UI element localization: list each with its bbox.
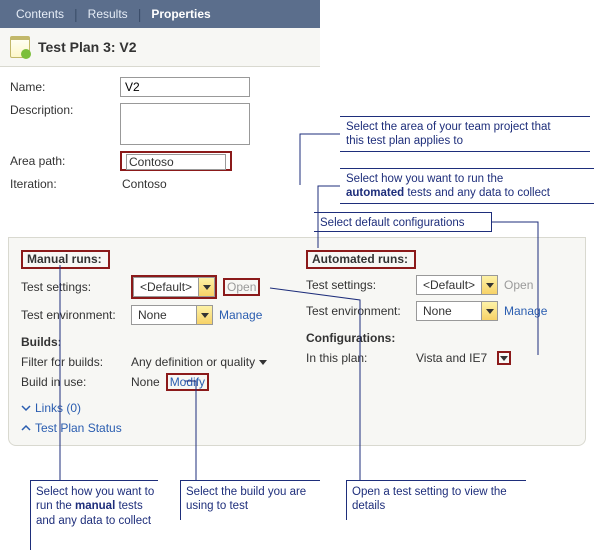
chevron-down-icon[interactable] (481, 276, 497, 294)
test-plan-status-expander[interactable]: Test Plan Status (21, 421, 288, 435)
callout-frame (346, 480, 526, 520)
manual-env-dropdown[interactable]: None (131, 305, 213, 325)
chevron-down-icon (500, 356, 508, 361)
area-path-value: Contoso (126, 154, 226, 170)
filter-builds-dropdown[interactable]: Any definition or quality (131, 355, 267, 369)
area-path-field[interactable]: Contoso (120, 151, 232, 171)
auto-test-settings-dropdown[interactable]: <Default> (416, 275, 498, 295)
test-plan-status-label: Test Plan Status (35, 421, 122, 435)
name-label: Name: (10, 80, 120, 94)
automated-runs-heading: Automated runs: (306, 250, 416, 269)
chevron-down-icon (21, 403, 31, 413)
build-in-use-label: Build in use: (21, 375, 125, 389)
auto-test-settings-value: <Default> (417, 278, 481, 292)
modify-build-link[interactable]: Modify (170, 375, 205, 389)
iteration-value: Contoso (120, 177, 310, 191)
manual-env-value: None (132, 308, 196, 322)
callout-frame (340, 168, 594, 204)
tab-results[interactable]: Results (78, 0, 138, 28)
tab-contents[interactable]: Contents (6, 0, 74, 28)
callout-frame (314, 212, 492, 232)
manual-test-settings-value: <Default> (134, 280, 198, 294)
name-field[interactable] (120, 77, 250, 97)
auto-manage-link[interactable]: Manage (504, 304, 547, 318)
in-this-plan-value: Vista and IE7 (416, 351, 487, 365)
build-in-use-value: None (131, 375, 160, 389)
links-expander[interactable]: Links (0) (21, 401, 288, 415)
builds-heading: Builds: (21, 335, 288, 349)
iteration-label: Iteration: (10, 177, 120, 191)
chevron-down-icon[interactable] (198, 278, 214, 296)
auto-env-label: Test environment: (306, 304, 410, 318)
test-plan-icon (10, 36, 30, 58)
manual-test-settings-label: Test settings: (21, 280, 125, 294)
chevron-up-icon (21, 423, 31, 433)
manual-test-settings-dropdown[interactable]: <Default> (133, 277, 215, 297)
callout-frame (180, 480, 320, 520)
description-label: Description: (10, 103, 120, 117)
auto-test-settings-label: Test settings: (306, 278, 410, 292)
in-this-plan-label: In this plan: (306, 351, 410, 365)
filter-builds-value: Any definition or quality (131, 355, 255, 369)
chevron-down-icon (259, 360, 267, 365)
chevron-down-icon[interactable] (196, 306, 212, 324)
auto-env-dropdown[interactable]: None (416, 301, 498, 321)
auto-open-link[interactable]: Open (504, 278, 533, 292)
links-label: Links (0) (35, 401, 81, 415)
tab-properties[interactable]: Properties (141, 0, 220, 28)
manual-manage-link[interactable]: Manage (219, 308, 262, 322)
configurations-heading: Configurations: (306, 331, 573, 345)
manual-runs-heading: Manual runs: (21, 250, 110, 269)
manual-open-link[interactable]: Open (227, 280, 256, 294)
callout-frame (30, 480, 158, 550)
filter-builds-label: Filter for builds: (21, 355, 125, 369)
callout-frame (340, 116, 590, 152)
page-title: Test Plan 3: V2 (38, 39, 137, 55)
manual-env-label: Test environment: (21, 308, 125, 322)
configurations-dropdown[interactable] (497, 351, 511, 365)
area-path-label: Area path: (10, 154, 120, 168)
chevron-down-icon[interactable] (481, 302, 497, 320)
description-field[interactable] (120, 103, 250, 145)
auto-env-value: None (417, 304, 481, 318)
